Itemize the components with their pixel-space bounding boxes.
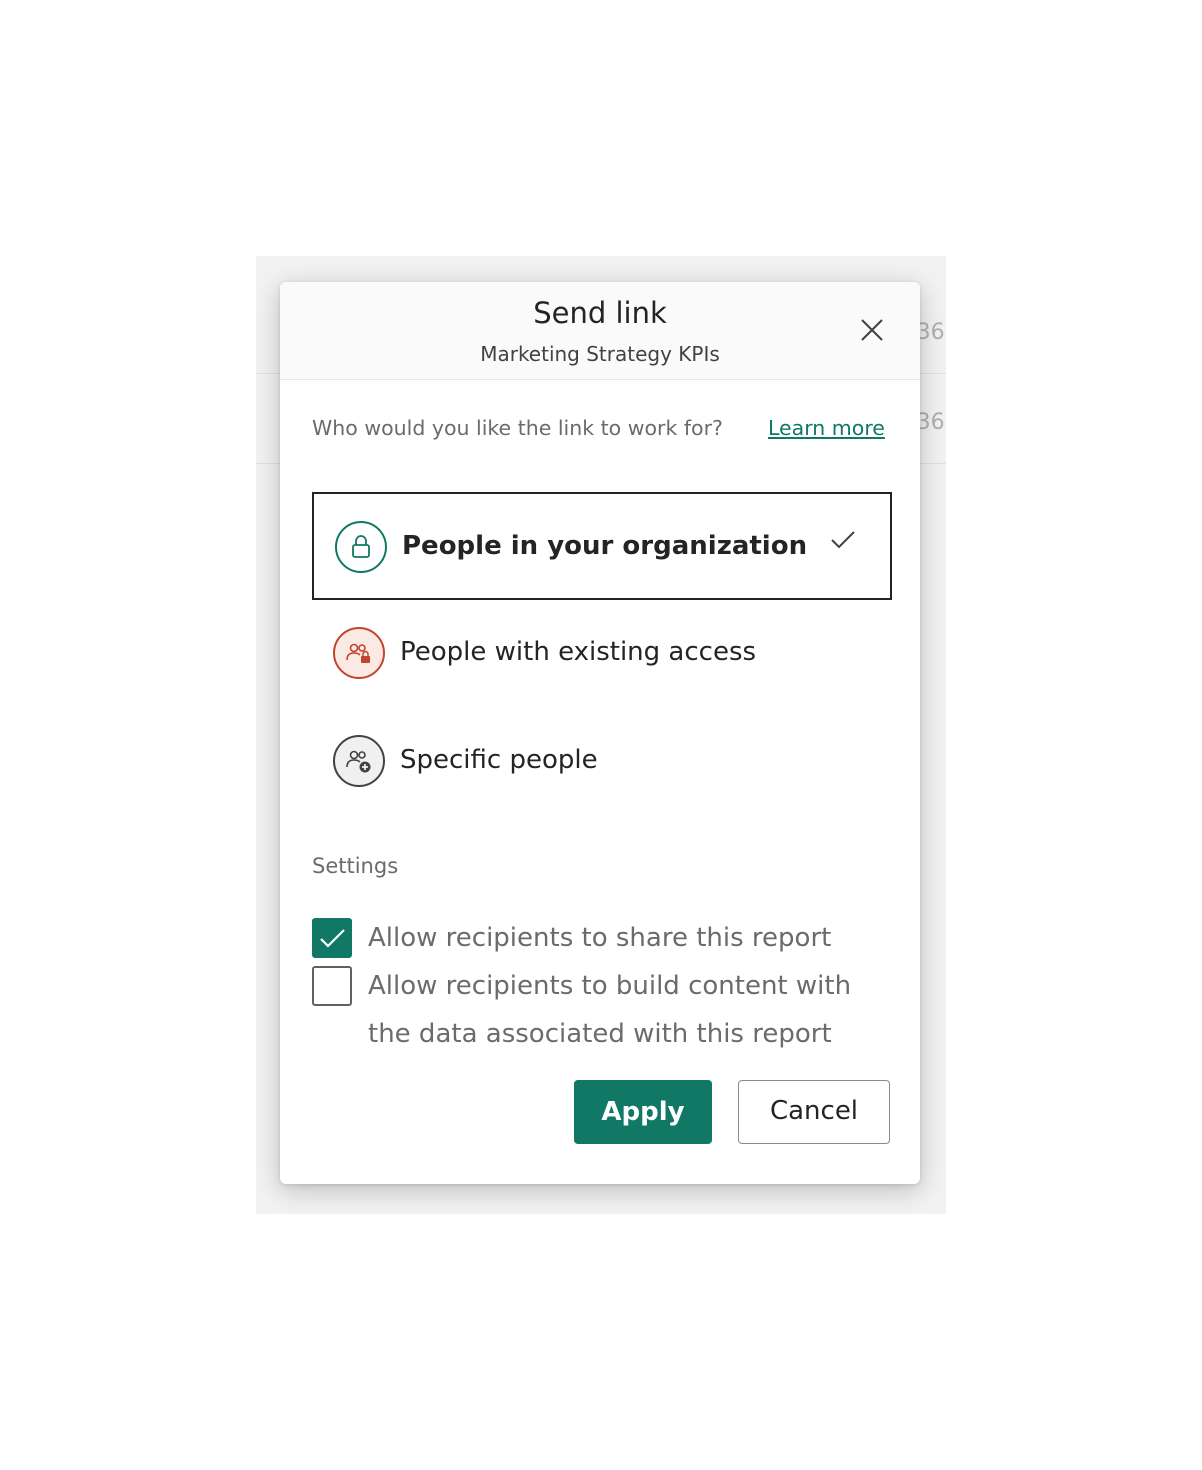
dialog-title: Send link — [533, 296, 667, 330]
learn-more-link[interactable]: Learn more — [768, 416, 885, 440]
checkmark-icon — [320, 929, 345, 948]
people-lock-icon — [332, 626, 386, 680]
option-label: Specific people — [400, 745, 598, 775]
send-link-dialog: Send link Marketing Strategy KPIs Who wo… — [280, 282, 920, 1184]
dialog-subtitle: Marketing Strategy KPIs — [480, 342, 720, 366]
allow-share-checkbox[interactable] — [312, 918, 352, 958]
lock-icon — [334, 520, 388, 574]
close-button[interactable] — [854, 312, 890, 348]
allow-build-label: Allow recipients to build content with t… — [368, 971, 852, 1049]
cancel-button[interactable]: Cancel — [738, 1080, 890, 1144]
option-label: People in your organization — [402, 531, 808, 561]
checkmark-icon — [826, 524, 860, 554]
background-cell-text: 36: — [916, 320, 946, 345]
option-people-with-existing-access[interactable]: People with existing access — [312, 600, 892, 708]
allow-build-checkbox[interactable] — [312, 966, 352, 1006]
background-cell-text: 36: — [916, 410, 946, 435]
audience-question: Who would you like the link to work for? — [312, 416, 723, 440]
option-specific-people[interactable]: Specific people — [312, 708, 892, 816]
option-label: People with existing access — [400, 637, 757, 667]
settings-heading: Settings — [312, 854, 399, 878]
allow-share-label: Allow recipients to share this report — [368, 923, 832, 953]
people-add-icon — [332, 734, 386, 788]
dialog-header: Send link Marketing Strategy KPIs — [280, 282, 920, 380]
apply-button[interactable]: Apply — [574, 1080, 712, 1144]
option-people-in-organization[interactable]: People in your organization — [312, 492, 892, 600]
close-icon — [861, 319, 883, 341]
